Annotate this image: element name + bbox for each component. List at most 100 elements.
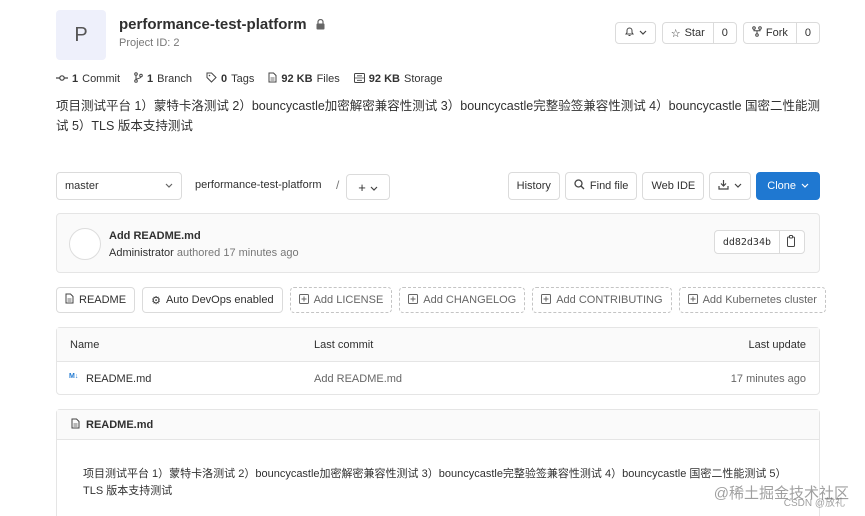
markdown-icon: M↓ [69, 373, 79, 380]
project-id: Project ID: 2 [119, 37, 180, 49]
branch-icon [134, 72, 143, 86]
last-commit-panel: Add README.md Administrator authored 17 … [56, 213, 820, 273]
project-avatar: P [56, 10, 106, 60]
add-changelog-button[interactable]: Add CHANGELOG [399, 287, 526, 313]
repo-toolbar: master performance-test-platform / + His… [56, 172, 820, 200]
readme-title[interactable]: README.md [86, 419, 153, 431]
add-changelog-label: Add CHANGELOG [423, 294, 517, 306]
storage-icon [353, 72, 365, 86]
star-icon: ☆ [670, 27, 681, 40]
chevron-down-icon [639, 27, 647, 39]
column-name: Name [70, 339, 100, 351]
commit-meta: Administrator authored 17 minutes ago [109, 247, 299, 259]
auto-devops-button[interactable]: ⚙ Auto DevOps enabled [142, 287, 283, 313]
chevron-down-icon [734, 180, 742, 192]
star-button[interactable]: ☆ Star 0 [661, 22, 737, 44]
file-name[interactable]: README.md [86, 373, 151, 385]
file-last-update: 17 minutes ago [730, 373, 806, 385]
auto-devops-label: Auto DevOps enabled [165, 294, 274, 306]
column-last-update: Last update [748, 339, 807, 351]
stat-commits-value: 1 [72, 73, 79, 85]
stat-branches[interactable]: 1 Branch [134, 72, 192, 86]
stat-branches-label: Branch [157, 73, 192, 85]
chevron-down-icon [801, 180, 809, 192]
web-ide-button[interactable]: Web IDE [642, 172, 705, 200]
clone-button[interactable]: Clone [756, 172, 820, 200]
add-kubernetes-button[interactable]: Add Kubernetes cluster [678, 287, 826, 313]
header-actions: ☆ Star 0 Fork 0 [614, 22, 820, 44]
readme-button-label: README [79, 294, 127, 306]
fork-icon [752, 26, 762, 40]
branch-name: master [65, 180, 99, 192]
stat-tags-label: Tags [231, 73, 255, 85]
chevron-down-icon [165, 180, 173, 192]
commit-title[interactable]: Add README.md [109, 230, 201, 242]
gear-icon: ⚙ [151, 294, 161, 307]
commit-author[interactable]: Administrator [109, 247, 174, 259]
clone-label: Clone [767, 180, 796, 192]
watermark-csdn: CSDN @放礼 [783, 498, 845, 509]
stat-files-label: Files [316, 73, 340, 85]
plus-square-icon [541, 293, 552, 307]
stat-storage-label: Storage [403, 73, 443, 85]
download-icon [718, 179, 729, 193]
column-last-commit: Last commit [314, 339, 374, 351]
quick-actions: README ⚙ Auto DevOps enabled Add LICENSE… [56, 287, 826, 313]
copy-icon [787, 234, 797, 250]
search-icon [574, 179, 585, 193]
project-title-wrap: performance-test-platform Project ID: 2 [119, 16, 325, 49]
stat-commits-label: Commit [82, 73, 121, 85]
file-tree-header: Name Last commit Last update [57, 328, 819, 362]
history-button[interactable]: History [507, 172, 560, 200]
readme-header: README.md [57, 410, 819, 440]
plus-icon: + [358, 179, 366, 195]
commit-icon [56, 73, 68, 85]
breadcrumb-separator: / [336, 178, 340, 192]
plus-square-icon [298, 293, 309, 307]
add-contributing-label: Add CONTRIBUTING [556, 294, 663, 306]
notification-dropdown[interactable] [614, 22, 656, 44]
file-icon [268, 72, 277, 86]
readme-button[interactable]: README [56, 287, 136, 313]
find-file-button[interactable]: Find file [564, 172, 638, 200]
bell-icon [624, 26, 635, 40]
author-avatar[interactable] [69, 228, 101, 260]
star-label: Star [684, 27, 705, 39]
stat-files[interactable]: 92 KB Files [268, 72, 340, 86]
stat-tags[interactable]: 0 Tags [206, 72, 254, 86]
plus-square-icon [408, 293, 419, 307]
stat-files-value: 92 KB [281, 73, 313, 85]
project-header: P performance-test-platform Project ID: … [56, 10, 820, 60]
find-file-label: Find file [589, 180, 629, 192]
project-description: 项目测试平台 1）蒙特卡洛测试 2）bouncycastle加密解密兼容性测试 … [56, 99, 821, 133]
file-last-commit[interactable]: Add README.md [314, 373, 402, 385]
copy-sha-button[interactable] [780, 231, 804, 253]
file-icon [65, 293, 74, 307]
add-file-dropdown[interactable]: + [346, 174, 390, 200]
add-license-label: Add LICENSE [313, 294, 384, 306]
branch-selector[interactable]: master [56, 172, 182, 200]
star-count[interactable]: 0 [712, 23, 736, 43]
fork-label: Fork [765, 27, 788, 39]
fork-count[interactable]: 0 [795, 23, 819, 43]
stat-commits[interactable]: 1 Commit [56, 72, 120, 86]
stat-storage: 92 KB Storage [353, 72, 443, 86]
chevron-down-icon [370, 180, 378, 195]
project-title[interactable]: performance-test-platform [119, 16, 307, 33]
download-button[interactable] [709, 172, 752, 200]
plus-square-icon [687, 293, 698, 307]
add-license-button[interactable]: Add LICENSE [289, 287, 393, 313]
fork-button[interactable]: Fork 0 [742, 22, 820, 44]
stat-storage-value: 92 KB [368, 73, 400, 85]
file-icon [71, 418, 80, 432]
commit-time: authored 17 minutes ago [176, 247, 299, 259]
readme-content: 项目测试平台 1）蒙特卡洛测试 2）bouncycastle加密解密兼容性测试 … [83, 468, 787, 497]
commit-sha[interactable]: dd82d34b [715, 231, 780, 253]
add-kubernetes-label: Add Kubernetes cluster [702, 294, 817, 306]
breadcrumb[interactable]: performance-test-platform [195, 179, 322, 191]
readme-panel: README.md 项目测试平台 1）蒙特卡洛测试 2）bouncycastle… [56, 409, 820, 516]
table-row[interactable]: M↓ README.md Add README.md 17 minutes ag… [57, 362, 819, 395]
commit-sha-group: dd82d34b [713, 230, 805, 254]
lock-icon [316, 18, 325, 33]
add-contributing-button[interactable]: Add CONTRIBUTING [532, 287, 672, 313]
